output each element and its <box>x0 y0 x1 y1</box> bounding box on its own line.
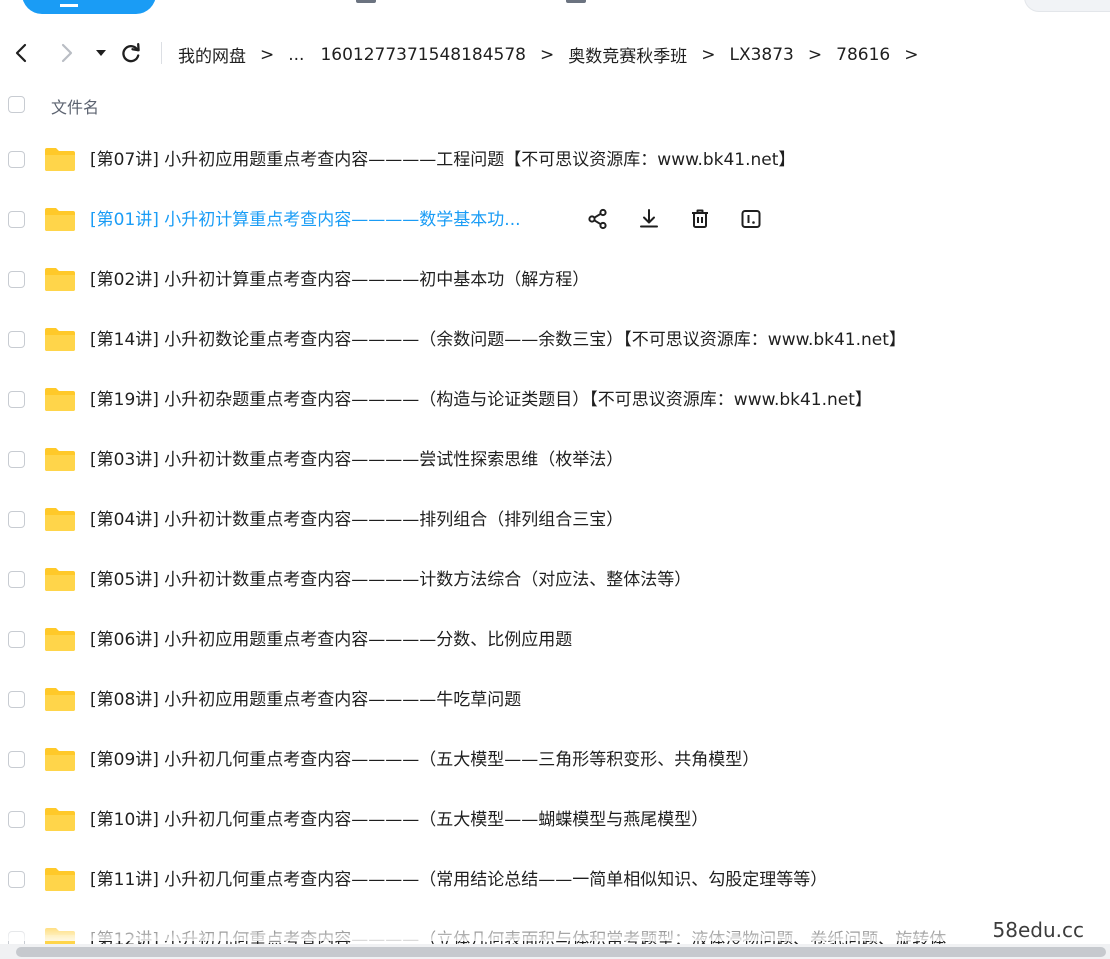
back-button[interactable] <box>8 40 34 66</box>
watermark: 58edu.cc <box>988 918 1088 942</box>
rename-icon <box>741 210 761 228</box>
column-header-filename[interactable]: 文件名 <box>51 94 99 118</box>
file-name[interactable]: [第07讲] 小升初应用题重点考查内容————工程问题【不可思议资源库：www.… <box>90 148 795 172</box>
folder-icon <box>45 568 75 591</box>
file-row[interactable]: [第02讲] 小升初计算重点考查内容————初中基本功（解方程） <box>0 250 1110 310</box>
caret-down-icon <box>96 50 106 56</box>
file-checkbox[interactable] <box>8 391 25 408</box>
share-button[interactable] <box>585 206 611 232</box>
breadcrumb-item[interactable]: 奥数竞赛秋季班 <box>568 42 687 67</box>
download-icon <box>640 209 658 228</box>
breadcrumb-item[interactable]: LX3873 <box>729 45 793 65</box>
toolbar-icon[interactable] <box>566 0 586 3</box>
folder-icon <box>45 388 75 411</box>
file-row[interactable]: [第19讲] 小升初杂题重点考查内容————（构造与论证类题目）【不可思议资源库… <box>0 370 1110 430</box>
file-checkbox[interactable] <box>8 751 25 768</box>
file-checkbox[interactable] <box>8 211 25 228</box>
file-checkbox[interactable] <box>8 571 25 588</box>
file-name[interactable]: [第09讲] 小升初几何重点考查内容————（五大模型——三角形等积变形、共角模… <box>90 748 759 772</box>
file-row[interactable]: [第04讲] 小升初计数重点考查内容————排列组合（排列组合三宝） <box>0 490 1110 550</box>
folder-icon <box>45 508 75 531</box>
trash-icon <box>692 209 708 228</box>
breadcrumb-item-root[interactable]: 我的网盘 <box>178 42 246 67</box>
file-name[interactable]: [第10讲] 小升初几何重点考查内容————（五大模型——蝴蝶模型与燕尾模型） <box>90 808 708 832</box>
breadcrumb-item-current[interactable]: 78616 <box>836 45 890 65</box>
select-all-checkbox[interactable] <box>8 96 25 113</box>
file-row[interactable]: [第10讲] 小升初几何重点考查内容————（五大模型——蝴蝶模型与燕尾模型） <box>0 790 1110 850</box>
breadcrumb-item[interactable]: 1601277371548184578 <box>320 45 526 65</box>
folder-icon <box>45 748 75 771</box>
file-name[interactable]: [第14讲] 小升初数论重点考查内容————（余数问题——余数三宝）【不可思议资… <box>90 328 906 352</box>
file-name[interactable]: [第05讲] 小升初计数重点考查内容————计数方法综合（对应法、整体法等） <box>90 568 691 592</box>
refresh-icon <box>122 43 140 63</box>
file-name[interactable]: [第06讲] 小升初应用题重点考查内容————分数、比例应用题 <box>90 628 572 652</box>
folder-icon <box>45 448 75 471</box>
file-name[interactable]: [第19讲] 小升初杂题重点考查内容————（构造与论证类题目）【不可思议资源库… <box>90 388 872 412</box>
breadcrumb-separator: > <box>807 44 823 65</box>
refresh-button[interactable] <box>118 40 144 66</box>
file-row[interactable]: [第03讲] 小升初计数重点考查内容————尝试性探索思维（枚举法） <box>0 430 1110 490</box>
file-name[interactable]: [第01讲] 小升初计算重点考查内容————数学基本功... <box>90 208 521 232</box>
file-checkbox[interactable] <box>8 871 25 888</box>
folder-icon <box>45 148 75 171</box>
file-name[interactable]: [第08讲] 小升初应用题重点考查内容————牛吃草问题 <box>90 688 521 712</box>
breadcrumb: 我的网盘 > ... 1601277371548184578 > 奥数竞赛秋季班… <box>178 42 932 68</box>
toolbar-icon[interactable] <box>356 0 376 3</box>
chevron-right-icon <box>61 43 73 63</box>
file-checkbox[interactable] <box>8 811 25 828</box>
folder-icon <box>45 868 75 891</box>
file-row[interactable]: [第06讲] 小升初应用题重点考查内容————分数、比例应用题 <box>0 610 1110 670</box>
file-checkbox[interactable] <box>8 271 25 288</box>
file-name[interactable]: [第04讲] 小升初计数重点考查内容————排列组合（排列组合三宝） <box>90 508 623 532</box>
folder-icon <box>45 688 75 711</box>
scrollbar-thumb[interactable] <box>16 947 1106 957</box>
file-row[interactable]: [第07讲] 小升初应用题重点考查内容————工程问题【不可思议资源库：www.… <box>0 130 1110 190</box>
navigation-bar: 我的网盘 > ... 1601277371548184578 > 奥数竞赛秋季班… <box>0 36 1110 70</box>
file-checkbox[interactable] <box>8 451 25 468</box>
breadcrumb-separator: > <box>701 44 716 65</box>
breadcrumb-item-ellipsis[interactable]: ... <box>288 45 304 65</box>
chevron-left-icon <box>15 43 27 63</box>
file-checkbox[interactable] <box>8 631 25 648</box>
folder-icon <box>45 628 75 651</box>
folder-icon <box>45 328 75 351</box>
file-checkbox[interactable] <box>8 151 25 168</box>
share-icon <box>588 208 607 230</box>
file-list-header: 文件名 <box>0 90 1110 120</box>
file-row[interactable]: [第08讲] 小升初应用题重点考查内容————牛吃草问题 <box>0 670 1110 730</box>
horizontal-scrollbar[interactable] <box>0 944 1110 959</box>
breadcrumb-separator: > <box>904 44 919 65</box>
row-actions <box>585 206 789 232</box>
top-toolbar <box>0 0 1110 16</box>
file-row[interactable]: [第11讲] 小升初几何重点考查内容————（常用结论总结——一简单相似知识、勾… <box>0 850 1110 910</box>
file-name[interactable]: [第11讲] 小升初几何重点考查内容————（常用结论总结——一简单相似知识、勾… <box>90 868 827 892</box>
file-checkbox[interactable] <box>8 691 25 708</box>
history-dropdown[interactable] <box>88 40 114 66</box>
file-name[interactable]: [第02讲] 小升初计算重点考查内容————初中基本功（解方程） <box>90 268 589 292</box>
file-row-hovered[interactable]: [第01讲] 小升初计算重点考查内容————数学基本功... <box>0 190 1110 250</box>
breadcrumb-separator: > <box>260 44 275 65</box>
trash-button[interactable] <box>687 206 713 232</box>
file-list: [第07讲] 小升初应用题重点考查内容————工程问题【不可思议资源库：www.… <box>0 130 1110 959</box>
file-checkbox[interactable] <box>8 331 25 348</box>
folder-icon <box>45 208 75 231</box>
file-row[interactable]: [第09讲] 小升初几何重点考查内容————（五大模型——三角形等积变形、共角模… <box>0 730 1110 790</box>
breadcrumb-separator: > <box>539 44 555 65</box>
file-row[interactable]: [第05讲] 小升初计数重点考查内容————计数方法综合（对应法、整体法等） <box>0 550 1110 610</box>
search-input[interactable] <box>1024 0 1110 12</box>
file-row[interactable]: [第14讲] 小升初数论重点考查内容————（余数问题——余数三宝）【不可思议资… <box>0 310 1110 370</box>
forward-button[interactable] <box>54 40 80 66</box>
rename-button[interactable] <box>738 206 764 232</box>
folder-icon <box>45 808 75 831</box>
upload-button[interactable] <box>22 0 156 14</box>
file-checkbox[interactable] <box>8 511 25 528</box>
folder-icon <box>45 268 75 291</box>
file-name[interactable]: [第03讲] 小升初计数重点考查内容————尝试性探索思维（枚举法） <box>90 448 623 472</box>
file-browser-window: 我的网盘 > ... 1601277371548184578 > 奥数竞赛秋季班… <box>0 0 1110 959</box>
nav-divider <box>161 42 162 64</box>
download-button[interactable] <box>636 206 662 232</box>
